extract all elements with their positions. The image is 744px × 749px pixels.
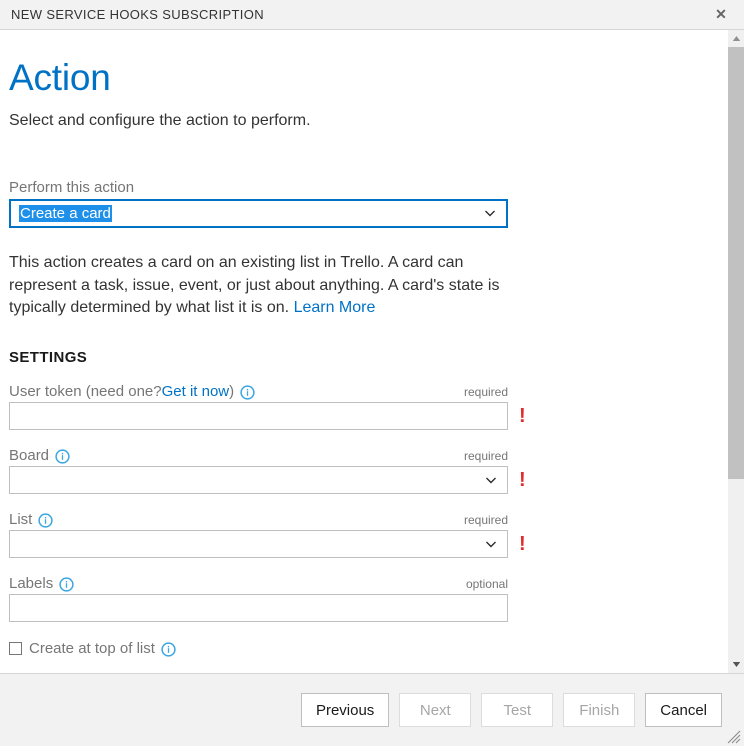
perform-action-select[interactable]: Create a card	[9, 198, 508, 228]
new-subscription-dialog: NEW SERVICE HOOKS SUBSCRIPTION ✕ Action …	[0, 0, 744, 746]
previous-button[interactable]: Previous	[300, 693, 390, 727]
perform-action-label: Perform this action	[9, 178, 135, 196]
field-group-user-token: User token (need one? Get it now) requir…	[9, 383, 709, 430]
field-label-row-labels: Labels optional	[9, 575, 508, 592]
user-token-input[interactable]	[9, 402, 508, 430]
dialog-footer: Previous Next Test Finish Cancel	[0, 673, 744, 746]
field-label-labels: Labels	[9, 575, 74, 592]
field-label-suffix-user-token: )	[229, 383, 235, 400]
field-row-labels	[9, 594, 709, 622]
field-label-row-board: Board required	[9, 447, 508, 464]
scroll-down-arrow-icon[interactable]	[728, 656, 744, 673]
finish-button[interactable]: Finish	[563, 693, 636, 727]
labels-input[interactable]	[9, 594, 508, 622]
perform-action-value: Create a card	[19, 204, 482, 222]
field-group-labels: Labels optional	[9, 575, 709, 622]
info-icon[interactable]	[59, 577, 74, 592]
cancel-button[interactable]: Cancel	[645, 693, 722, 727]
action-description-text: This action creates a card on an existin…	[9, 253, 500, 317]
vertical-scrollbar[interactable]	[727, 30, 744, 673]
scroll-content: Action Select and configure the action t…	[0, 30, 727, 673]
error-required-icon: !	[519, 469, 526, 491]
create-at-top-label: Create at top of list	[29, 640, 155, 657]
learn-more-link[interactable]: Learn More	[294, 299, 376, 316]
perform-action-selected-text: Create a card	[19, 204, 112, 222]
error-required-icon: !	[519, 533, 526, 555]
info-icon[interactable]	[55, 449, 70, 464]
settings-heading: SETTINGS	[9, 349, 88, 366]
field-label-row-list: List required	[9, 511, 508, 528]
dialog-title: NEW SERVICE HOOKS SUBSCRIPTION	[11, 7, 264, 22]
field-group-board: Board required !	[9, 447, 709, 494]
field-row-user-token: !	[9, 402, 709, 430]
chevron-down-icon	[482, 205, 498, 221]
field-row-board: !	[9, 466, 709, 494]
requirement-tag-board: required	[463, 449, 508, 463]
list-select[interactable]	[9, 530, 508, 558]
next-button[interactable]: Next	[399, 693, 472, 727]
action-description: This action creates a card on an existin…	[9, 252, 509, 320]
requirement-tag-labels: optional	[465, 577, 508, 591]
page-title: Action	[9, 57, 111, 98]
chevron-down-icon	[483, 536, 499, 552]
field-label-list: List	[9, 511, 53, 528]
board-select[interactable]	[9, 466, 508, 494]
create-at-top-row[interactable]: Create at top of list	[9, 640, 709, 657]
info-icon[interactable]	[38, 513, 53, 528]
field-label-text-board: Board	[9, 447, 50, 464]
field-label-board: Board	[9, 447, 70, 464]
requirement-tag-user-token: required	[463, 385, 508, 399]
requirement-tag-list: required	[463, 513, 508, 527]
field-group-list: List required !	[9, 511, 709, 558]
info-icon[interactable]	[240, 385, 255, 400]
scroll-up-arrow-icon[interactable]	[728, 30, 744, 47]
chevron-down-icon	[483, 472, 499, 488]
perform-action-group: Perform this action Create a card	[9, 179, 709, 228]
create-at-top-checkbox[interactable]	[9, 642, 22, 655]
info-icon[interactable]	[161, 642, 176, 657]
scrollbar-track[interactable]	[728, 47, 744, 656]
test-button[interactable]: Test	[481, 693, 554, 727]
scrollbar-thumb[interactable]	[728, 47, 744, 480]
close-icon[interactable]: ✕	[708, 2, 734, 28]
field-label-text-labels: Labels	[9, 575, 54, 592]
field-label-user-token: User token (need one? Get it now)	[9, 383, 255, 400]
field-row-list: !	[9, 530, 709, 558]
dialog-titlebar: NEW SERVICE HOOKS SUBSCRIPTION ✕	[0, 0, 744, 30]
get-it-now-link[interactable]: Get it now	[162, 383, 230, 400]
dialog-body: Action Select and configure the action t…	[0, 30, 744, 673]
page-subtitle: Select and configure the action to perfo…	[9, 111, 311, 129]
field-label-row-user-token: User token (need one? Get it now) requir…	[9, 383, 508, 400]
resize-grip-icon[interactable]	[726, 729, 741, 744]
error-required-icon: !	[519, 405, 526, 427]
field-label-text-list: List	[9, 511, 33, 528]
field-label-text-user-token: User token (need one?	[9, 383, 162, 400]
